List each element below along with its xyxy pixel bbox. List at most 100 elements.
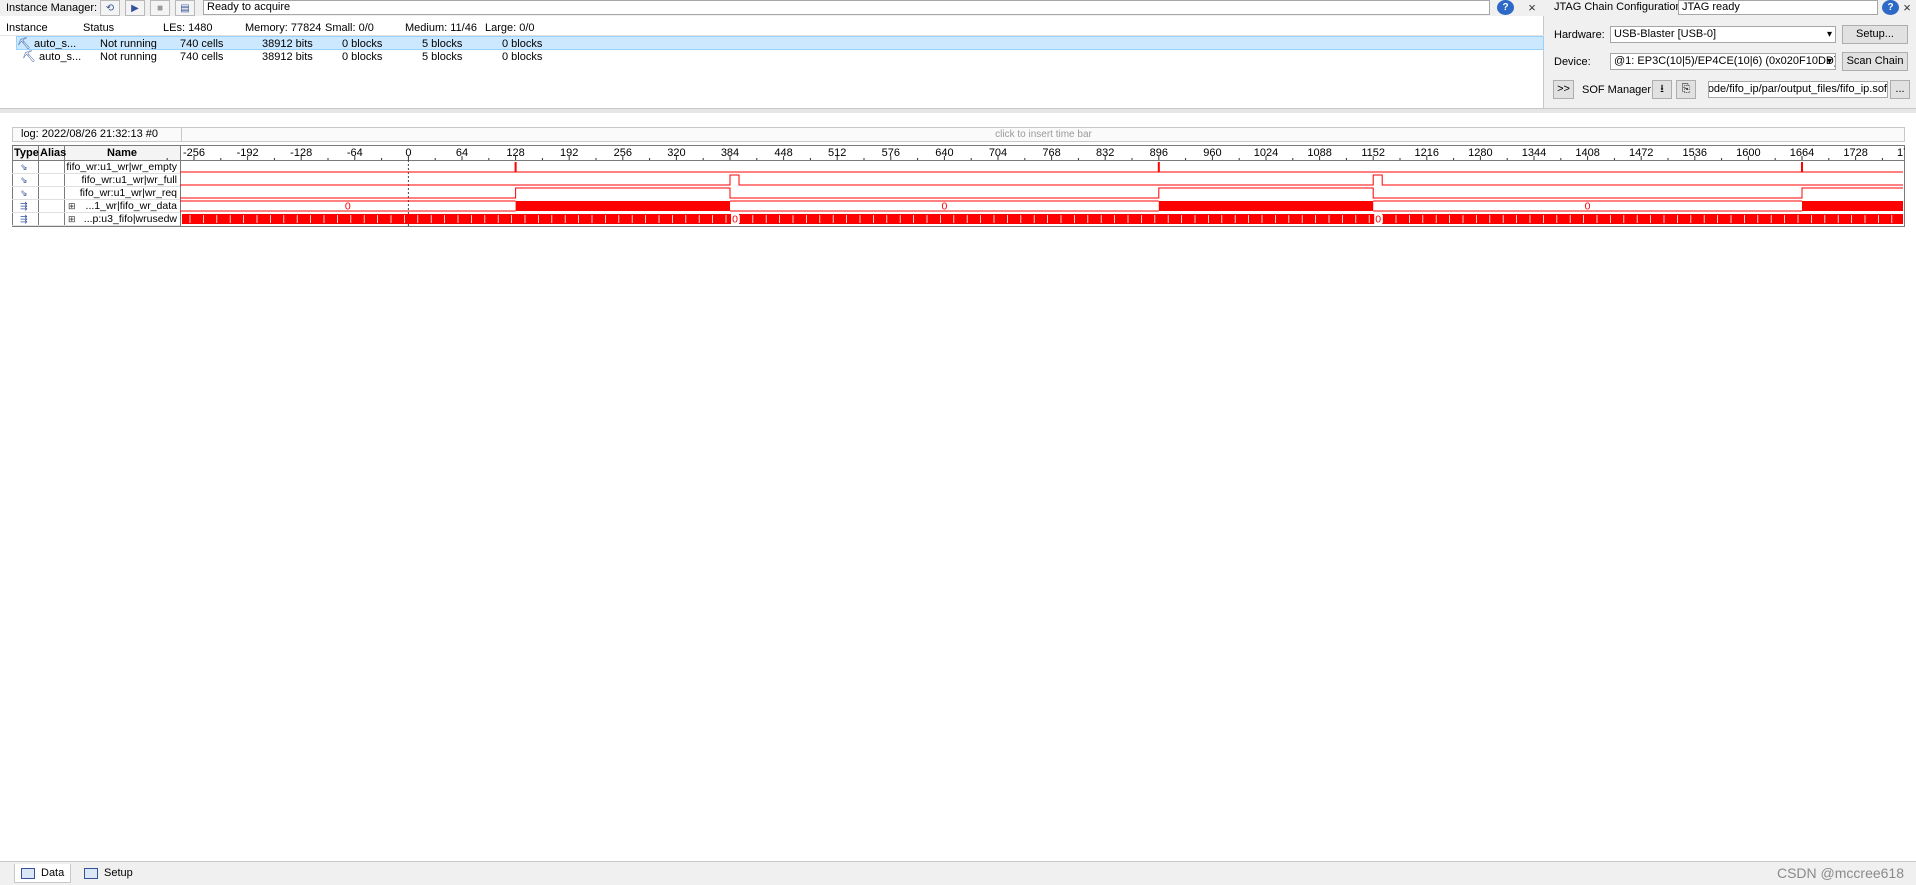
wave-pulse (1801, 162, 1803, 172)
expand-button[interactable]: >> (1553, 80, 1574, 99)
waveform-canvas[interactable]: Type Alias Name -256 -192 -128 -64 0 64 128 192 256… (12, 145, 1905, 354)
instance-table: Instance Status LEs: 1480 Memory: 77824 … (0, 20, 1544, 64)
browse-button[interactable]: ... (1890, 80, 1910, 99)
bus-busy-block (515, 201, 730, 211)
tab-data[interactable]: Data (14, 864, 72, 883)
time-tick-label: 960 (1203, 147, 1221, 159)
program-device-icon[interactable]: ⭳ (1652, 80, 1672, 99)
col-small[interactable]: Small: 0/0 (325, 20, 405, 35)
bus-busy-block (182, 214, 1903, 224)
sof-path-field[interactable]: code/fifo_ip/par/output_files/fifo_ip.so… (1708, 81, 1888, 98)
scan-chain-button[interactable]: Scan Chain (1842, 52, 1908, 71)
instance-les: 740 cells (180, 51, 224, 63)
waveform-panel: log: 2022/08/26 21:32:13 #0 click to ins… (0, 113, 1916, 861)
time-tick-label: 64 (456, 147, 468, 159)
top-area: Instance Manager: ⟲ ▶ ■ ▤ Ready to acqui… (0, 0, 1916, 108)
help-icon[interactable]: ? (1497, 0, 1514, 15)
insert-time-bar-hint[interactable]: click to insert time bar (181, 128, 1905, 141)
time-tick-label: 576 (882, 147, 900, 159)
time-tick-label: -192 (237, 147, 259, 159)
time-tick-label: 704 (989, 147, 1007, 159)
wave-pulse (1157, 162, 1160, 172)
setup-tab-icon (84, 868, 98, 879)
col-status[interactable]: Status (83, 20, 163, 35)
help-icon[interactable]: ? (1882, 0, 1899, 15)
node-icon: ⇘ (20, 175, 28, 185)
log-bar: log: 2022/08/26 21:32:13 #0 click to ins… (12, 127, 1905, 142)
autorun-icon[interactable]: ⟲ (100, 0, 120, 16)
time-tick-label: 1280 (1468, 147, 1492, 159)
bus-value-label: 0 (732, 214, 738, 226)
instance-status: Not running (100, 51, 157, 63)
instance-name: ⛏ auto_s... (22, 51, 82, 63)
time-tick-label: 1152 (1361, 147, 1385, 159)
time-tick-label: 1600 (1736, 147, 1760, 159)
bus-value-label: 0 (941, 201, 947, 213)
device-label: Device: (1554, 56, 1591, 68)
time-tick-label: -64 (347, 147, 363, 159)
signal-name: fifo_wr:u1_wr|wr_empty (66, 161, 177, 173)
signal-name: fifo_wr:u1_wr|wr_req (80, 187, 177, 199)
time-tick-label: 1344 (1522, 147, 1546, 159)
signal-name: fifo_wr:u1_wr|wr_full (81, 174, 177, 186)
signal-name: ...1_wr|fifo_wr_data (86, 200, 178, 212)
time-tick-label: 320 (667, 147, 685, 159)
col-instance[interactable]: Instance (0, 20, 83, 35)
time-tick-label: -128 (290, 147, 312, 159)
read-data-icon[interactable]: ▤ (175, 0, 195, 16)
instance-name: ⛏ auto_s... (17, 38, 77, 49)
bottom-tabs: Data Setup CSDN @mccree618 (0, 861, 1916, 885)
instance-medium: 5 blocks (422, 38, 463, 49)
jtag-label: JTAG Chain Configuration: (1554, 1, 1685, 13)
waveform-grid[interactable]: Type Alias Name -256 -192 -128 -64 0 64 128 192 256… (12, 145, 1905, 354)
time-tick-label: 0 (405, 147, 411, 159)
bus-value-label: 0 (1585, 201, 1591, 213)
time-tick-label: 1088 (1307, 147, 1331, 159)
instance-small: 0 blocks (342, 38, 383, 49)
col-les[interactable]: LEs: 1480 (163, 20, 245, 35)
header-type: Type (14, 147, 39, 159)
time-tick-label: 1792 (1897, 147, 1905, 159)
col-large[interactable]: Large: 0/0 (485, 20, 565, 35)
table-row[interactable]: ⛏ auto_s... Not running 740 cells 38912 … (16, 36, 1544, 50)
signal-name: ...p:u3_fifo|wrusedw (84, 213, 178, 225)
time-tick-label: 1472 (1629, 147, 1653, 159)
header-alias: Alias (40, 147, 66, 159)
expand-icon: ⊞ (68, 201, 76, 211)
time-tick-label: 384 (721, 147, 739, 159)
instance-memory: 38912 bits (262, 38, 313, 49)
instance-les: 740 cells (180, 38, 224, 49)
close-icon[interactable]: × (1525, 1, 1539, 15)
time-tick-label: 448 (774, 147, 792, 159)
sof-manager-label: SOF Manager: (1582, 84, 1655, 96)
attach-icon[interactable]: ⎘ (1676, 80, 1696, 99)
instance-large: 0 blocks (502, 38, 543, 49)
tab-setup[interactable]: Setup (78, 864, 139, 883)
node-icon: ⇘ (20, 188, 28, 198)
run-icon[interactable]: ▶ (125, 0, 145, 16)
col-medium[interactable]: Medium: 11/46 (405, 20, 485, 35)
hardware-select[interactable]: USB-Blaster [USB-0] (1610, 26, 1836, 43)
bus-node-icon: ⇶ (20, 201, 28, 211)
time-tick-label: 896 (1150, 147, 1168, 159)
setup-button[interactable]: Setup... (1842, 25, 1908, 44)
tab-data-label: Data (41, 867, 65, 879)
table-row[interactable]: ⛏ auto_s... Not running 740 cells 38912 … (17, 50, 1544, 64)
device-select[interactable]: @1: EP3C(10|5)/EP4CE(10|6) (0x020F10DD) (1610, 53, 1836, 70)
close-icon[interactable]: × (1900, 1, 1914, 15)
header-name: Name (107, 147, 137, 159)
bus-value-label: 0 (1375, 214, 1381, 226)
stop-icon[interactable]: ■ (150, 0, 170, 16)
bus-busy-block (1802, 201, 1903, 211)
time-tick-label: 512 (828, 147, 846, 159)
col-memory[interactable]: Memory: 77824 (245, 20, 325, 35)
time-tick-label: 1728 (1843, 147, 1867, 159)
bus-node-icon: ⇶ (20, 214, 28, 224)
instance-status: Not running (100, 38, 157, 49)
bus-busy-block (1158, 201, 1374, 211)
instance-memory: 38912 bits (262, 51, 313, 63)
time-tick-label: 1216 (1415, 147, 1439, 159)
instance-large: 0 blocks (502, 51, 543, 63)
time-tick-label: 1024 (1254, 147, 1278, 159)
instance-table-header: Instance Status LEs: 1480 Memory: 77824 … (0, 20, 1544, 36)
